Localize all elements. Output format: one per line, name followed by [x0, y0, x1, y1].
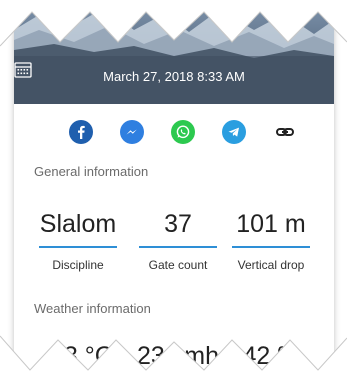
date-row: March 27, 2018 8:33 AM	[14, 62, 334, 90]
page: March 27, 2018 8:33 AM General informati…	[0, 0, 347, 382]
gate-count-label: Gate count	[148, 258, 208, 272]
temperature-value: 4.3 °C	[43, 342, 113, 370]
discipline-value: Slalom	[39, 210, 117, 238]
vertical-drop-label: Vertical drop	[237, 258, 305, 272]
messenger-glyph	[126, 129, 137, 135]
discipline-stat: Slalom Discipline	[35, 207, 121, 272]
temperature-stat: 4.3 °C	[35, 339, 121, 380]
gate-count-stat: 37 Gate count	[135, 207, 221, 272]
share-row	[14, 120, 334, 150]
general-info-title: General information	[34, 164, 149, 179]
weather-info-title: Weather information	[34, 301, 151, 316]
date-text: March 27, 2018 8:33 AM	[103, 68, 245, 84]
calendar-icon	[14, 62, 32, 78]
wind-underline	[139, 378, 217, 380]
header-image: March 27, 2018 8:33 AM	[14, 0, 334, 104]
humidity-stat: 42 %	[228, 339, 314, 380]
whatsapp-glyph	[176, 125, 190, 139]
whatsapp-icon[interactable]	[171, 120, 195, 144]
discipline-underline	[39, 246, 117, 248]
facebook-glyph	[78, 125, 85, 139]
humidity-underline	[232, 378, 310, 380]
gate-count-value: 37	[164, 210, 192, 238]
race-card: March 27, 2018 8:33 AM General informati…	[14, 0, 334, 382]
temperature-underline	[39, 378, 117, 380]
gate-count-underline	[139, 246, 217, 248]
link-icon[interactable]	[273, 120, 297, 144]
telegram-icon[interactable]	[222, 120, 246, 144]
vertical-drop-stat: 101 m Vertical drop	[228, 207, 314, 272]
vertical-drop-value: 101 m	[236, 210, 306, 238]
wind-stat: 23 kmh	[135, 339, 221, 380]
humidity-value: 42 %	[242, 342, 300, 370]
vertical-drop-underline	[232, 246, 310, 248]
discipline-label: Discipline	[52, 258, 104, 272]
facebook-icon[interactable]	[69, 120, 93, 144]
wind-value: 23 kmh	[137, 342, 219, 370]
link-glyph	[276, 128, 294, 136]
telegram-glyph	[228, 127, 239, 137]
messenger-icon[interactable]	[120, 120, 144, 144]
